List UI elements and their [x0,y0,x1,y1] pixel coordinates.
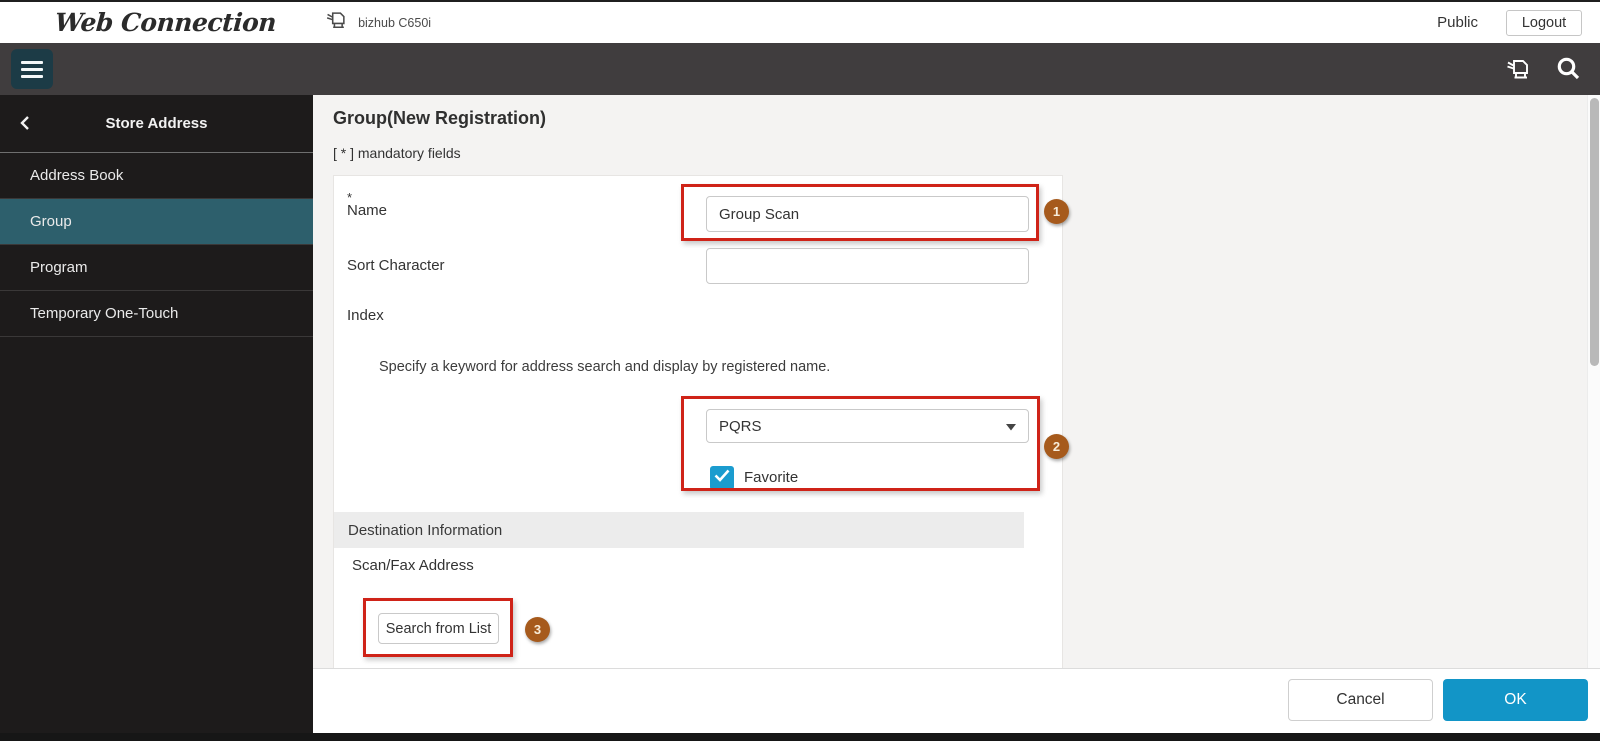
index-label: Index [347,307,384,324]
sidebar-item-temporary-one-touch[interactable]: Temporary One-Touch [0,291,313,337]
destination-information-title: Destination Information [348,521,503,539]
name-label-block: * Name [347,190,387,220]
favorite-label: Favorite [744,469,799,486]
sidebar: Store Address Address Book Group Program… [0,95,313,733]
vertical-scrollbar [1587,95,1600,668]
caret-down-icon [1006,418,1016,435]
bottom-strip [0,733,1600,741]
sort-character-label: Sort Character [347,257,445,274]
device-info: bizhub C650i [324,8,431,37]
user-role-label: Public [1437,14,1478,31]
logout-button[interactable]: Logout [1506,9,1582,36]
index-select[interactable]: PQRS [706,409,1029,443]
sort-character-input[interactable] [706,248,1029,284]
main-content: Group(New Registration) [ * ] mandatory … [313,95,1600,668]
ok-button[interactable]: OK [1443,679,1588,721]
registration-form: * Name Sort Character Index Specify a ke… [333,175,1063,668]
mfp-printer-icon [324,8,350,37]
web-connection-app: Web Connection bizhub C650i Public Logou… [0,0,1600,741]
hamburger-menu-button[interactable] [11,49,53,89]
required-marker: * [347,190,353,205]
sidebar-header: Store Address [0,95,313,153]
mandatory-fields-note: [ * ] mandatory fields [333,145,461,161]
search-icon[interactable] [1555,55,1582,87]
scan-fax-address-label: Scan/Fax Address [352,557,474,574]
cancel-button[interactable]: Cancel [1288,679,1433,721]
sidebar-item-program[interactable]: Program [0,245,313,291]
sidebar-item-group[interactable]: Group [0,199,313,245]
name-input[interactable] [706,196,1029,232]
favorite-checkbox[interactable] [710,466,734,490]
app-header: Web Connection bizhub C650i Public Logou… [0,0,1600,43]
toolbar [0,43,1600,95]
page-title: Group(New Registration) [333,108,547,128]
index-selected-option: PQRS [719,417,762,435]
back-chevron-icon[interactable] [14,112,36,134]
search-from-list-button[interactable]: Search from List [378,613,499,644]
annotation-badge-3: 3 [525,617,550,642]
sidebar-title: Store Address [105,115,208,132]
device-status-icon[interactable] [1504,55,1534,88]
checkmark-icon [714,469,730,487]
sidebar-item-address-book[interactable]: Address Book [0,153,313,199]
footer-action-bar: Cancel OK [313,668,1600,733]
annotation-badge-1: 1 [1044,199,1069,224]
device-name: bizhub C650i [358,15,432,30]
index-hint: Specify a keyword for address search and… [379,359,831,375]
scrollbar-thumb[interactable] [1590,98,1599,366]
app-logo: Web Connection [53,8,278,37]
destination-information-header: Destination Information [334,512,1024,548]
annotation-badge-2: 2 [1044,434,1069,459]
name-label: Name [347,202,388,219]
